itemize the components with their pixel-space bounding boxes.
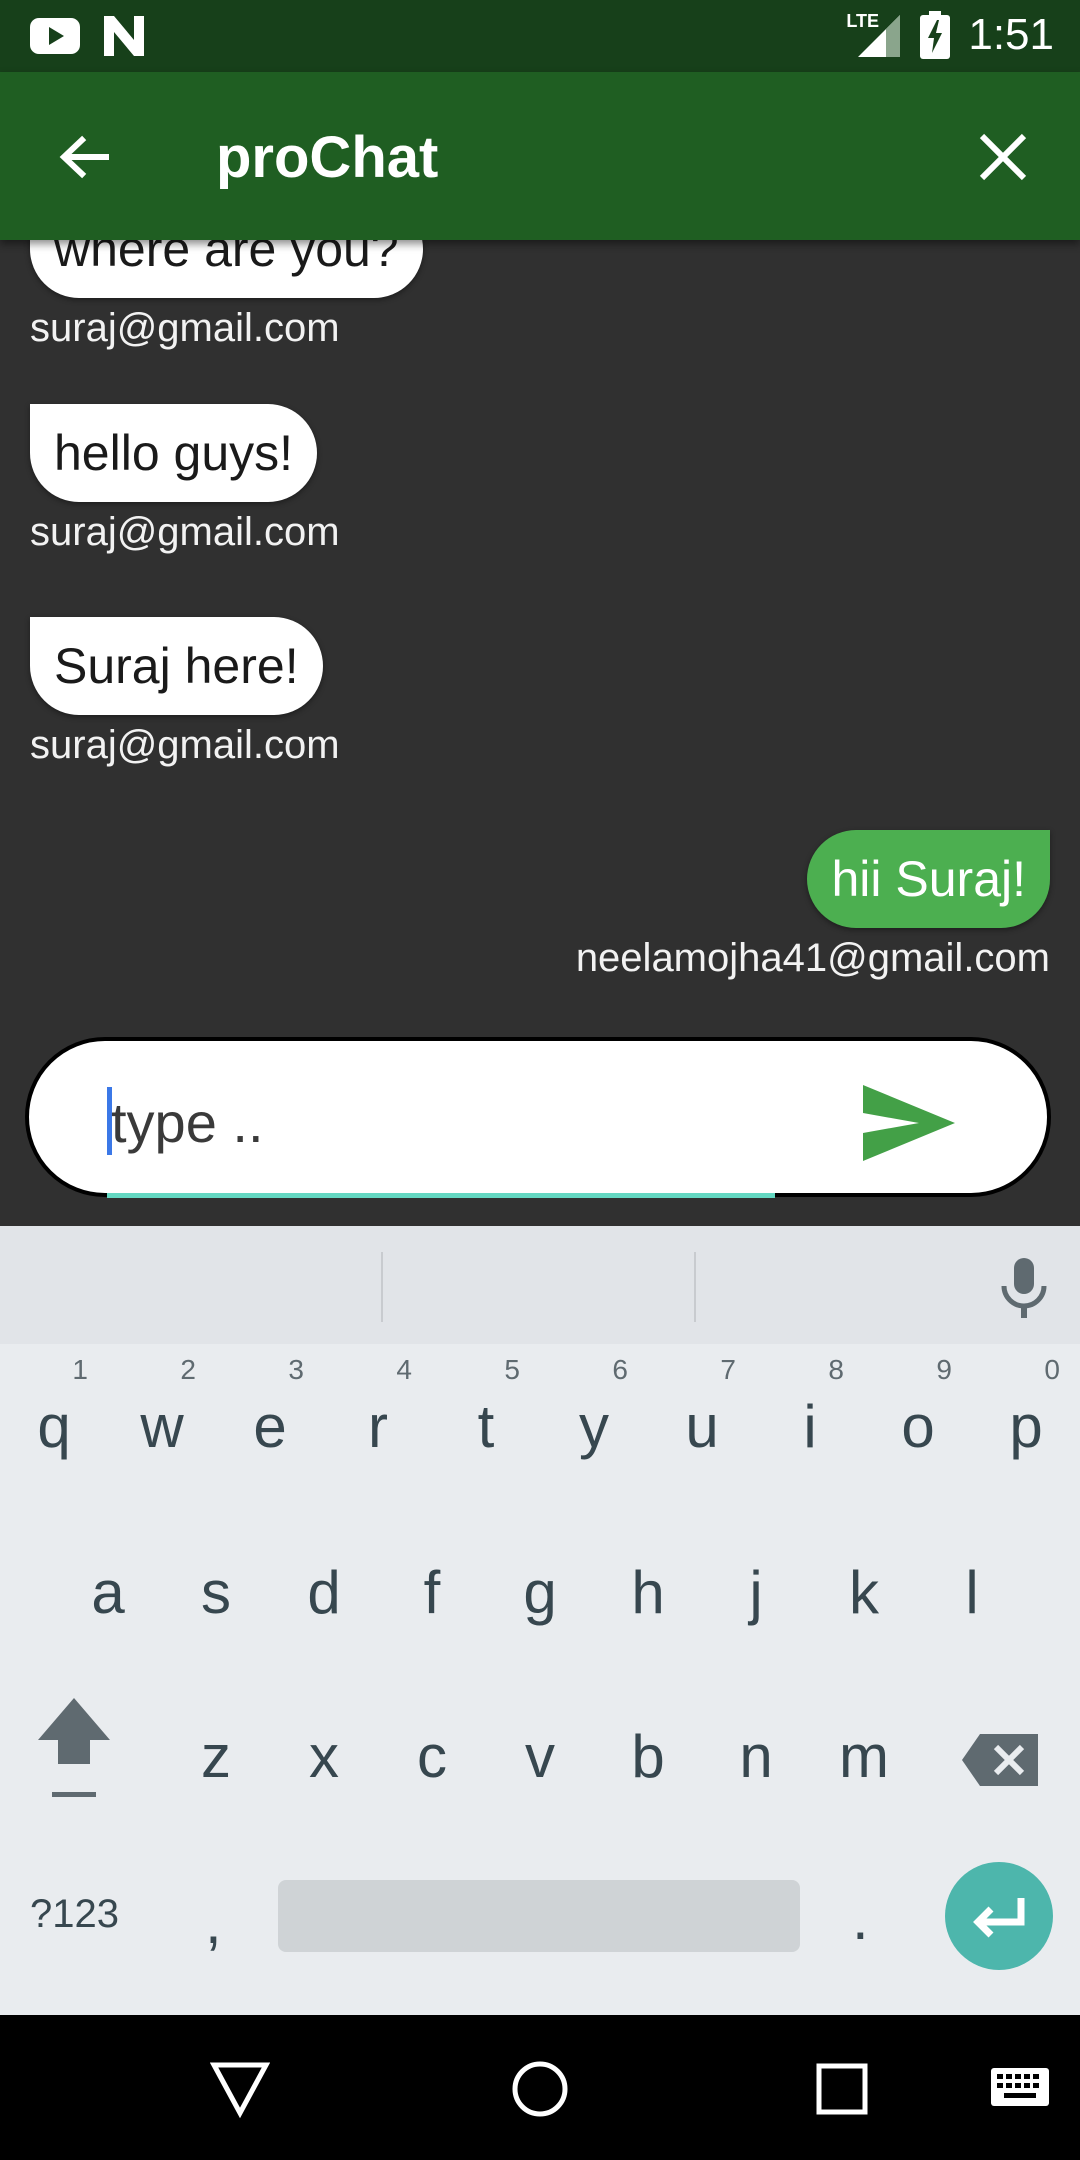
suggestion-divider <box>694 1252 696 1322</box>
key-w[interactable]: w2 <box>108 1354 216 1492</box>
key-row-4: ?123 , . <box>0 1856 1080 1976</box>
key-c[interactable]: c <box>378 1692 486 1822</box>
key-r[interactable]: r4 <box>324 1354 432 1492</box>
space-key[interactable] <box>278 1880 800 1952</box>
key-e[interactable]: e3 <box>216 1354 324 1492</box>
key-f[interactable]: f <box>378 1528 486 1658</box>
key-g[interactable]: g <box>486 1528 594 1658</box>
n-icon <box>104 16 144 56</box>
key-v[interactable]: v <box>486 1692 594 1822</box>
message-bubble: where are you? <box>30 240 423 298</box>
status-bar-left <box>30 14 146 58</box>
keyboard-icon[interactable] <box>990 2067 1050 2111</box>
recents-square-icon[interactable] <box>812 2059 872 2119</box>
battery-charging-icon <box>920 11 951 59</box>
message-bubble: hello guys! <box>30 404 318 502</box>
home-circle-icon[interactable] <box>510 2059 570 2119</box>
key-x[interactable]: x <box>270 1692 378 1822</box>
key-n[interactable]: n <box>702 1692 810 1822</box>
signal-icon: LTE <box>846 11 902 59</box>
key-j[interactable]: j <box>702 1528 810 1658</box>
suggestion-strip <box>0 1226 1080 1344</box>
status-time: 1:51 <box>968 10 1054 59</box>
key-z[interactable]: z <box>162 1692 270 1822</box>
enter-key[interactable] <box>945 1862 1053 1970</box>
key-y[interactable]: y6 <box>540 1354 648 1492</box>
message-item: where are you? suraj@gmail.com <box>30 240 423 351</box>
key-u[interactable]: u7 <box>648 1354 756 1492</box>
status-bar: LTE 1:51 <box>0 0 1080 72</box>
close-icon[interactable] <box>968 122 1038 192</box>
message-list[interactable]: where are you? suraj@gmail.com hello guy… <box>0 240 1080 1025</box>
key-h[interactable]: h <box>594 1528 702 1658</box>
message-sender: suraj@gmail.com <box>30 723 340 767</box>
key-t[interactable]: t5 <box>432 1354 540 1492</box>
message-bubble: hii Suraj! <box>807 830 1050 928</box>
message-bubble: Suraj here! <box>30 617 323 715</box>
message-item: hii Suraj! neelamojha41@gmail.com <box>576 830 1050 981</box>
backspace-icon[interactable] <box>960 1732 1040 1788</box>
input-underline <box>107 1193 775 1198</box>
page-title: proChat <box>216 125 439 190</box>
send-icon[interactable] <box>859 1081 959 1165</box>
comma-key[interactable]: , <box>205 1888 222 1957</box>
symbols-key[interactable]: ?123 <box>30 1892 119 1937</box>
text-caret <box>107 1087 112 1155</box>
key-p[interactable]: p0 <box>972 1354 1080 1492</box>
key-s[interactable]: s <box>162 1528 270 1658</box>
message-sender: suraj@gmail.com <box>30 510 340 554</box>
message-input[interactable] <box>109 1081 713 1163</box>
shift-icon[interactable] <box>30 1692 118 1802</box>
arrow-left-icon[interactable] <box>50 122 120 192</box>
status-bar-right: LTE 1:51 <box>846 10 1054 60</box>
navigation-bar <box>0 2015 1080 2160</box>
message-sender: neelamojha41@gmail.com <box>575 936 1050 980</box>
key-a[interactable]: a <box>54 1528 162 1658</box>
back-triangle-icon[interactable] <box>210 2059 270 2119</box>
suggestion-divider <box>381 1252 383 1322</box>
key-m[interactable]: m <box>810 1692 918 1822</box>
key-d[interactable]: d <box>270 1528 378 1658</box>
message-composer <box>25 1037 1051 1198</box>
message-item: hello guys! suraj@gmail.com <box>30 404 340 555</box>
key-b[interactable]: b <box>594 1692 702 1822</box>
youtube-icon <box>30 18 80 54</box>
period-key[interactable]: . <box>852 1884 869 1953</box>
message-sender: suraj@gmail.com <box>30 306 340 350</box>
microphone-icon[interactable] <box>996 1256 1052 1320</box>
key-l[interactable]: l <box>918 1528 1026 1658</box>
key-k[interactable]: k <box>810 1528 918 1658</box>
key-q[interactable]: q1 <box>0 1354 108 1492</box>
key-i[interactable]: i8 <box>756 1354 864 1492</box>
message-item: Suraj here! suraj@gmail.com <box>30 617 340 768</box>
app-bar: proChat <box>0 72 1080 240</box>
soft-keyboard: q1 w2 e3 r4 t5 y6 u7 i8 o9 p0 a s d f g … <box>0 1226 1080 2015</box>
enter-icon <box>973 1898 1025 1938</box>
key-o[interactable]: o9 <box>864 1354 972 1492</box>
